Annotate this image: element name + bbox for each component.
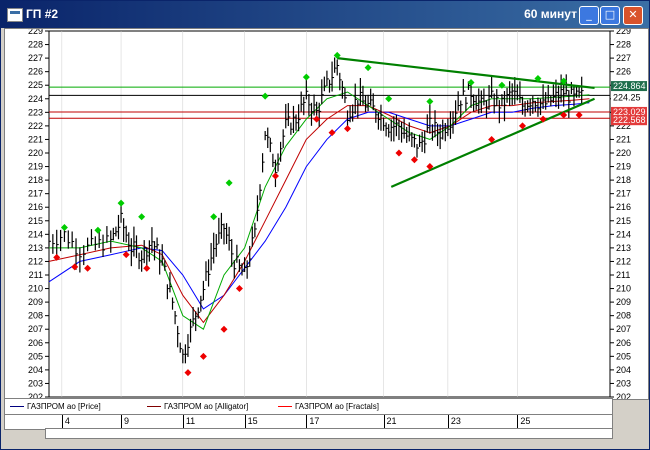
time-tick-mark xyxy=(517,415,519,429)
y-tick-label-right: 203 xyxy=(616,378,631,388)
y-tick-label-right: 229 xyxy=(616,29,631,36)
y-tick-label-right: 209 xyxy=(616,297,631,307)
y-tick-label-right: 207 xyxy=(616,324,631,334)
y-tick-label-left: 212 xyxy=(28,256,43,266)
time-tick-label: 15 xyxy=(247,416,258,426)
time-tick-label: 25 xyxy=(520,416,531,426)
close-button[interactable]: ✕ xyxy=(623,6,643,25)
timeframe-label: 60 минут xyxy=(524,7,577,21)
y-tick-label-right: 221 xyxy=(616,134,631,144)
y-tick-label-left: 214 xyxy=(28,229,43,239)
y-tick-label-right: 218 xyxy=(616,175,631,185)
y-tick-label-right: 214 xyxy=(616,229,631,239)
y-tick-label-right: 213 xyxy=(616,243,631,253)
y-tick-label-right: 227 xyxy=(616,53,631,63)
y-tick-label-right: 211 xyxy=(616,270,630,280)
title-bar[interactable]: ГП #2 60 минут _ □ ✕ xyxy=(1,1,649,28)
y-tick-label-left: 206 xyxy=(28,338,43,348)
price-label: 224.25 xyxy=(613,92,641,102)
y-tick-label-left: 216 xyxy=(28,202,43,212)
y-tick-label-left: 221 xyxy=(28,134,43,144)
time-tick-mark xyxy=(306,415,308,429)
y-tick-label-right: 210 xyxy=(616,284,631,294)
window-title: ГП #2 xyxy=(26,7,59,21)
time-tick-label: 9 xyxy=(124,416,130,426)
time-axis-ticks: 4 9 11 15 17 21 23 25 xyxy=(49,415,612,429)
legend-label-alligator: ГАЗПРОМ ао [Alligator] xyxy=(164,402,249,411)
maximize-button[interactable]: □ xyxy=(600,6,620,25)
time-tick-mark xyxy=(447,415,449,429)
y-tick-label-left: 222 xyxy=(28,121,43,131)
legend-item-price: ГАЗПРОМ ао [Price] xyxy=(10,402,101,411)
y-tick-label-right: 208 xyxy=(616,311,631,321)
y-tick-label-left: 225 xyxy=(28,80,43,90)
legend-item-fractals: ГАЗПРОМ ао [Fractals] xyxy=(278,402,379,411)
price-label: 222.568 xyxy=(613,115,646,125)
y-tick-label-left: 211 xyxy=(29,270,43,280)
time-tick-mark xyxy=(383,415,385,429)
time-tick-mark xyxy=(121,415,123,429)
y-tick-label-left: 213 xyxy=(28,243,43,253)
y-tick-label-left: 203 xyxy=(28,378,43,388)
y-tick-label-right: 219 xyxy=(616,162,631,172)
y-tick-label-right: 220 xyxy=(616,148,631,158)
y-tick-label-left: 226 xyxy=(28,67,43,77)
y-tick-label-left: 217 xyxy=(28,189,43,199)
y-tick-label-right: 216 xyxy=(616,202,631,212)
time-tick-label: 17 xyxy=(309,416,320,426)
y-tick-label-right: 205 xyxy=(616,351,631,361)
chart-window: ГП #2 60 минут _ □ ✕ 202 202 203 203 204 204 2… xyxy=(0,0,650,450)
legend-label-fractals: ГАЗПРОМ ао [Fractals] xyxy=(295,402,379,411)
y-tick-label-left: 219 xyxy=(28,162,43,172)
y-tick-label-right: 215 xyxy=(616,216,631,226)
time-tick-label: 21 xyxy=(386,416,397,426)
y-tick-label-left: 229 xyxy=(28,29,43,36)
y-tick-label-left: 224 xyxy=(28,94,43,104)
y-tick-label-left: 210 xyxy=(28,284,43,294)
y-tick-label-left: 205 xyxy=(28,351,43,361)
time-tick-label: 4 xyxy=(64,416,70,426)
y-tick-label-left: 215 xyxy=(28,216,43,226)
price-chart[interactable]: 202 202203 203204 204205 205206 206207 207208 2… xyxy=(5,29,648,399)
time-tick-mark xyxy=(244,415,246,429)
y-tick-label-left: 220 xyxy=(28,148,43,158)
y-tick-label-left: 227 xyxy=(28,53,43,63)
y-tick-label-left: 218 xyxy=(28,175,43,185)
chart-window-icon xyxy=(7,8,23,22)
minimize-button[interactable]: _ xyxy=(579,6,599,25)
horizontal-scrollbar[interactable] xyxy=(45,428,613,439)
legend-label-price: ГАЗПРОМ ао [Price] xyxy=(27,402,101,411)
y-tick-label-right: 228 xyxy=(616,40,631,50)
y-tick-label-right: 206 xyxy=(616,338,631,348)
y-tick-label-right: 204 xyxy=(616,365,631,375)
y-tick-label-left: 228 xyxy=(28,40,43,50)
legend-swatch-fractals xyxy=(278,406,292,408)
y-tick-label-left: 209 xyxy=(28,297,43,307)
y-tick-label-right: 202 xyxy=(616,392,631,399)
y-tick-label-left: 204 xyxy=(28,365,43,375)
chart-area[interactable]: 202 202 203 203 204 204 205 205 206 206 207 207 208 2… xyxy=(4,28,649,400)
price-label: 224.864 xyxy=(613,81,646,91)
legend-swatch-price xyxy=(10,406,24,408)
y-tick-label-left: 223 xyxy=(28,107,43,117)
y-tick-label-right: 212 xyxy=(616,256,631,266)
time-tick-mark xyxy=(61,415,63,429)
legend-swatch-alligator xyxy=(147,406,161,408)
y-tick-label-right: 226 xyxy=(616,67,631,77)
legend-item-alligator: ГАЗПРОМ ао [Alligator] xyxy=(147,402,248,411)
time-tick-label: 23 xyxy=(450,416,461,426)
y-tick-label-left: 207 xyxy=(28,324,43,334)
time-tick-label: 11 xyxy=(185,416,196,426)
y-tick-label-left: 208 xyxy=(28,311,43,321)
y-tick-label-right: 217 xyxy=(616,189,631,199)
time-tick-mark xyxy=(182,415,184,429)
